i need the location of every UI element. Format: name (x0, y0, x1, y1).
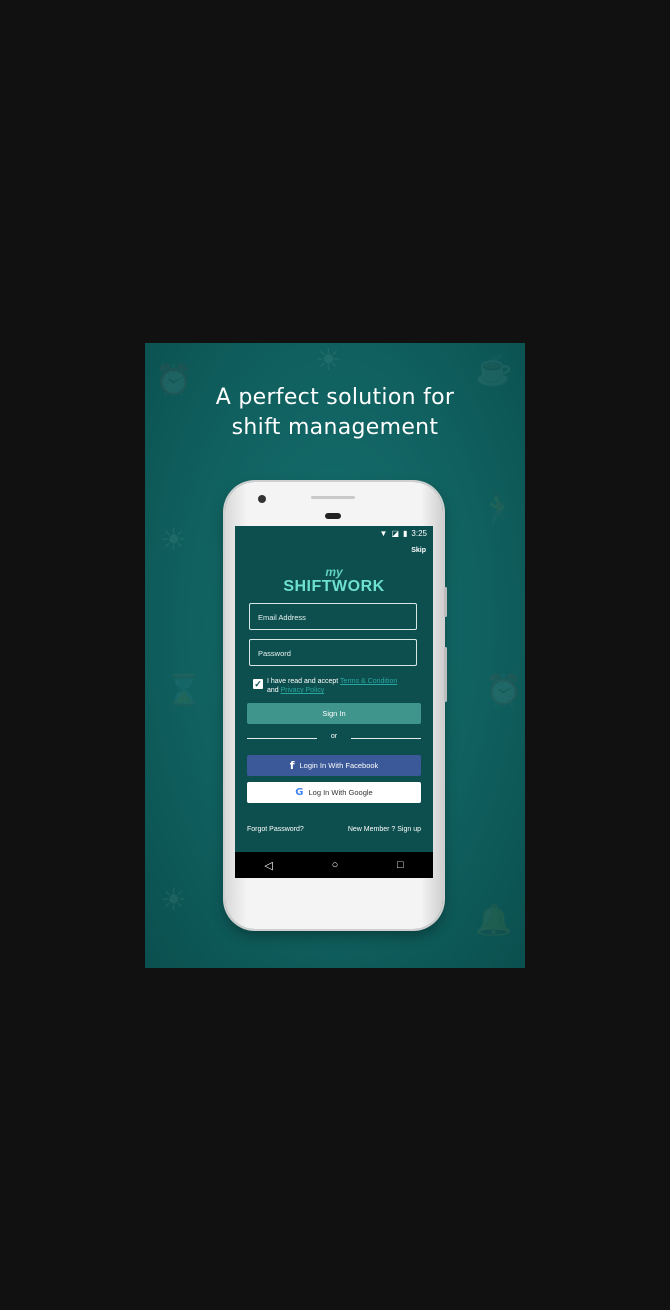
google-login-button[interactable]: G Log In With Google (247, 782, 421, 803)
home-icon[interactable]: ○ (332, 859, 339, 871)
sign-in-label: Sign In (322, 709, 346, 718)
status-bar: ▼ ◪ ▮ 3:25 (235, 526, 433, 540)
speaker-grille (311, 496, 355, 499)
wifi-icon: ▼ (379, 529, 388, 538)
email-placeholder: Email Address (258, 613, 306, 622)
terms-and: and (267, 687, 281, 694)
sun-icon: ☀ (160, 884, 187, 917)
phone-power-button (444, 647, 447, 702)
password-field[interactable]: Password (249, 639, 417, 666)
runner-icon: 🏃 (480, 494, 518, 527)
or-divider: or (247, 733, 421, 743)
signal-icon: ◪ (391, 529, 400, 538)
sun-icon: ☀ (315, 344, 342, 377)
sign-in-button[interactable]: Sign In (247, 703, 421, 724)
skip-button[interactable]: Skip (411, 547, 426, 554)
terms-prefix: I have read and accept (267, 678, 341, 685)
android-nav-bar: ◁ ○ □ (235, 852, 433, 878)
facebook-login-button[interactable]: f Login In With Facebook (247, 755, 421, 776)
phone-volume-button (444, 587, 447, 617)
forgot-password-link[interactable]: Forgot Password? (247, 826, 304, 833)
hourglass-icon: ⌛ (165, 674, 203, 707)
sun-icon: ☀ (160, 524, 187, 557)
earpiece (325, 513, 341, 519)
headline-line-1: A perfect solution for (215, 385, 455, 410)
password-placeholder: Password (258, 649, 291, 658)
privacy-link[interactable]: Privacy Policy (281, 687, 325, 694)
camera-icon (258, 495, 266, 503)
phone-screen: ▼ ◪ ▮ 3:25 Skip my SHIFTWORK Email Addre… (235, 526, 433, 878)
headline: A perfect solution for shift management (145, 383, 525, 443)
app-logo: my SHIFTWORK (235, 566, 433, 596)
recents-icon[interactable]: □ (397, 859, 404, 871)
logo-my: my (325, 565, 343, 579)
bell-icon: 🔔 (475, 904, 513, 937)
divider-line-right (351, 738, 421, 739)
clock-icon: ⏰ (485, 674, 523, 707)
google-login-label: Log In With Google (308, 788, 373, 797)
phone-mockup: ▼ ◪ ▮ 3:25 Skip my SHIFTWORK Email Addre… (225, 482, 447, 929)
facebook-icon: f (289, 759, 295, 772)
google-icon: G (295, 787, 304, 798)
terms-checkbox[interactable]: ✓ (253, 679, 263, 689)
promo-banner: ⏰ ☀ ☕ ☀ 🏃 ⌛ ⏰ ☀ 🔔 A perfect solution for… (145, 343, 525, 968)
facebook-login-label: Login In With Facebook (299, 761, 379, 770)
email-field[interactable]: Email Address (249, 603, 417, 630)
battery-icon: ▮ (403, 529, 408, 538)
back-icon[interactable]: ◁ (264, 859, 272, 872)
logo-shiftwork: SHIFTWORK (283, 578, 385, 595)
sign-up-link[interactable]: New Member ? Sign up (348, 826, 421, 833)
terms-link[interactable]: Terms & Condition (340, 678, 397, 685)
status-time: 3:25 (411, 529, 427, 538)
headline-line-2: shift management (231, 415, 439, 440)
